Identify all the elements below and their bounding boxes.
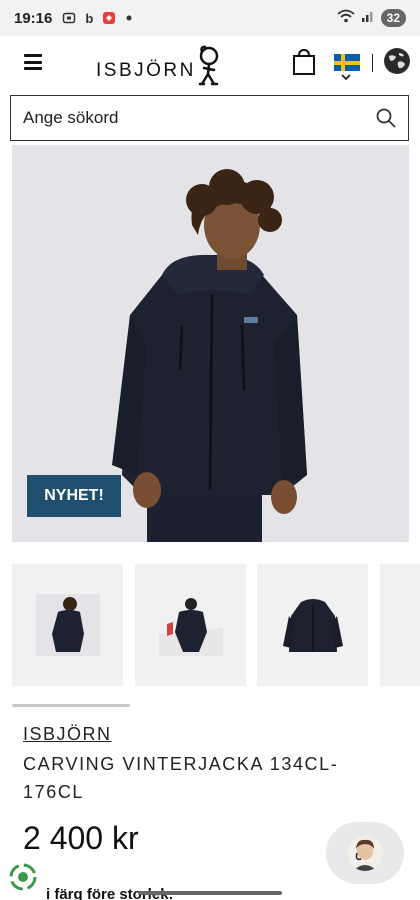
new-badge: NYHET! xyxy=(27,475,121,517)
sweden-flag-icon[interactable] xyxy=(334,54,360,71)
product-name: CARVING VINTERJACKA 134CL-176CL xyxy=(23,754,339,802)
support-agent-avatar xyxy=(347,835,383,871)
header-divider xyxy=(372,54,373,72)
thumbnail-image-jacket xyxy=(281,594,345,656)
thumbnail-carousel[interactable] xyxy=(12,564,420,686)
notification-icon xyxy=(102,11,116,25)
screenshot-icon xyxy=(62,11,76,25)
recycle-icon[interactable] xyxy=(8,862,38,892)
search-icon[interactable] xyxy=(376,108,396,133)
status-time: 19:16 xyxy=(14,9,53,27)
thumbnail-1[interactable] xyxy=(12,564,123,686)
thumbnail-2[interactable] xyxy=(135,564,246,686)
b-icon: b xyxy=(85,10,94,26)
wifi-icon xyxy=(337,9,355,28)
status-bar: 19:16 b 32 xyxy=(0,0,420,36)
chevron-down-icon[interactable] xyxy=(341,73,351,84)
gesture-nav-bar[interactable] xyxy=(138,891,282,895)
menu-icon[interactable] xyxy=(24,54,42,70)
isbjorn-logo[interactable]: ISBJÖRN xyxy=(96,40,224,88)
status-left-icons: b xyxy=(62,10,136,26)
battery-indicator: 32 xyxy=(380,9,406,27)
search-input[interactable] xyxy=(23,108,363,128)
product-price: 2 400 kr xyxy=(23,820,139,856)
dot-icon xyxy=(122,11,136,25)
polar-bear-logo-icon xyxy=(198,45,219,86)
thumbnail-3[interactable] xyxy=(257,564,368,686)
status-right-icons: 32 xyxy=(337,9,406,28)
product-brand-link[interactable]: ISBJÖRN xyxy=(23,724,112,745)
chat-support-button[interactable] xyxy=(326,822,404,884)
search-bar[interactable] xyxy=(10,95,409,141)
thumbnail-image-front xyxy=(36,594,100,656)
carousel-scrollbar[interactable] xyxy=(12,704,130,707)
logo-text: ISBJÖRN xyxy=(96,60,196,81)
globe-icon[interactable] xyxy=(384,48,410,74)
thumbnail-image-snow xyxy=(159,594,223,656)
product-main-image[interactable]: NYHET! xyxy=(12,145,409,542)
cart-icon[interactable] xyxy=(292,48,316,81)
signal-icon xyxy=(361,9,375,28)
site-header: ISBJÖRN xyxy=(0,36,420,92)
thumbnail-4[interactable] xyxy=(380,564,420,686)
